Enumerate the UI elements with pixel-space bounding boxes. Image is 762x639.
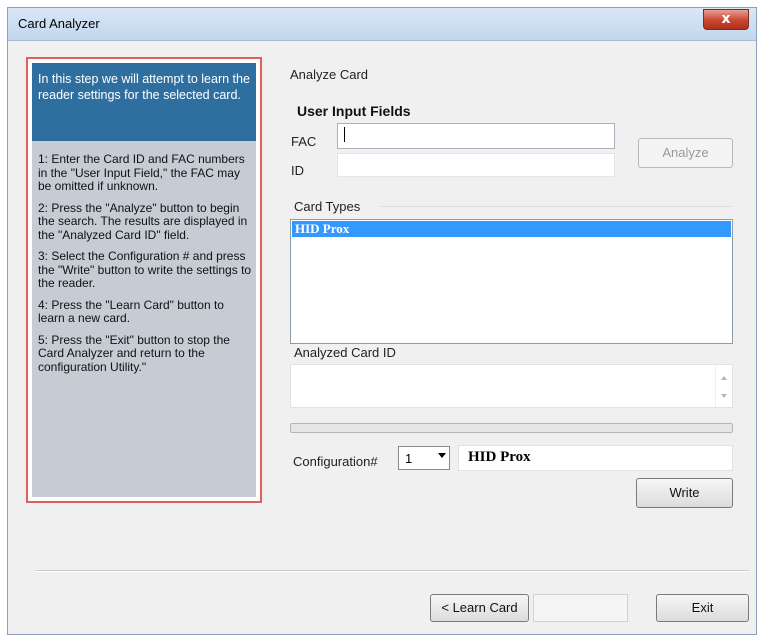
user-input-title: User Input Fields xyxy=(297,103,411,119)
chevron-down-icon xyxy=(438,453,446,458)
card-analyzer-window: Card Analyzer x In this step we will att… xyxy=(7,7,757,635)
fac-label: FAC xyxy=(291,134,317,149)
help-steps: 1: Enter the Card ID and FAC numbers in … xyxy=(38,152,252,382)
configuration-select-value: 1 xyxy=(405,451,413,466)
learn-card-button[interactable]: < Learn Card xyxy=(430,594,529,622)
help-step-1: 1: Enter the Card ID and FAC numbers in … xyxy=(38,152,245,193)
analyzed-card-id-label: Analyzed Card ID xyxy=(294,345,396,360)
text-caret xyxy=(344,127,345,142)
configuration-name-field: HID Prox xyxy=(458,445,733,471)
analyzed-card-id-field[interactable] xyxy=(290,364,733,408)
configuration-name: HID Prox xyxy=(468,449,531,465)
card-type-item-hid-prox[interactable]: HID Prox xyxy=(292,221,731,237)
analyze-card-title: Analyze Card xyxy=(290,67,369,82)
analyze-button[interactable]: Analyze xyxy=(638,138,733,168)
close-icon: x xyxy=(721,11,731,27)
help-step-2: 2: Press the "Analyze" button to begin t… xyxy=(38,200,248,242)
fac-input[interactable] xyxy=(337,123,615,149)
card-types-list[interactable]: HID Prox xyxy=(290,219,733,344)
card-types-group-line xyxy=(381,206,731,207)
help-step-5: 5: Press the "Exit" button to stop the C… xyxy=(38,332,230,374)
title-bar: Card Analyzer x xyxy=(8,8,756,41)
exit-button[interactable]: Exit xyxy=(656,594,749,622)
close-button[interactable]: x xyxy=(703,9,749,30)
window-title: Card Analyzer xyxy=(18,16,100,31)
help-intro: In this step we will attempt to learn th… xyxy=(32,63,256,141)
help-panel-inner: In this step we will attempt to learn th… xyxy=(32,63,256,497)
id-label: ID xyxy=(291,163,304,178)
footer-separator-highlight xyxy=(36,571,749,572)
analyzed-card-id-scrollbar[interactable] xyxy=(715,365,732,407)
progress-bar xyxy=(290,423,733,433)
scroll-arrows-icon xyxy=(721,376,727,398)
footer-blank-button xyxy=(533,594,628,622)
card-types-label: Card Types xyxy=(294,199,361,214)
configuration-label: Configuration# xyxy=(293,454,378,469)
help-panel: In this step we will attempt to learn th… xyxy=(26,57,262,503)
help-step-3: 3: Select the Configuration # and press … xyxy=(38,249,252,290)
write-button[interactable]: Write xyxy=(636,478,733,508)
id-input[interactable] xyxy=(337,153,615,177)
help-step-4: 4: Press the "Learn Card" button to lear… xyxy=(38,297,224,325)
configuration-select[interactable]: 1 xyxy=(398,446,450,470)
